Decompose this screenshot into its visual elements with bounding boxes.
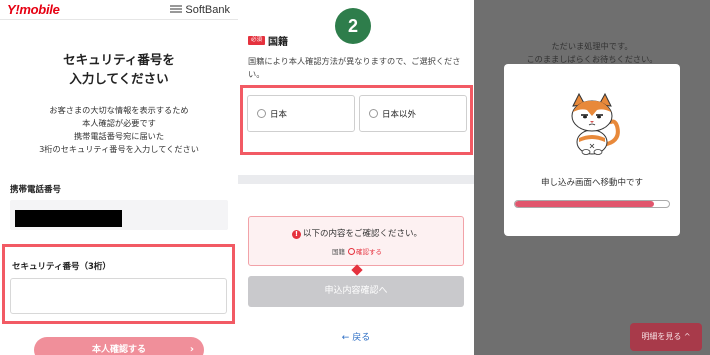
page-title-line1: セキュリティ番号を — [63, 52, 175, 67]
phone-number-field — [10, 200, 228, 230]
alert-title-text: 以下の内容をご確認ください。 — [302, 229, 422, 239]
security-code-label: セキュリティ番号（3桁） — [12, 262, 111, 272]
alert-detail: 国籍 確認する — [249, 246, 465, 256]
radio-circle-icon — [257, 109, 266, 118]
instruction-line: 本人確認が必要です — [82, 118, 156, 128]
instruction-text: お客さまの大切な情報を表示するため 本人確認が必要です 携帯電話番号宛に届いた … — [0, 104, 238, 156]
circle-arrow-icon — [348, 248, 356, 255]
security-code-input[interactable] — [10, 278, 227, 314]
loading-modal: 申し込み画面へ移動中です — [504, 64, 680, 236]
nationality-title: 国籍 — [268, 37, 288, 48]
page-title: セキュリティ番号を 入力してください — [0, 50, 238, 88]
view-details-button[interactable]: 明細を見る ^ — [630, 323, 702, 351]
chevron-right-icon: › — [189, 344, 194, 355]
verify-identity-button[interactable]: 本人確認する › — [34, 337, 204, 355]
ymobile-logo: Y!mobile — [7, 2, 60, 17]
confirmation-card: ! 以下の内容をご確認ください。 国籍 確認する 申込内容確認へ ← 戻る — [238, 184, 474, 355]
alert-icon: ! — [291, 230, 301, 239]
instruction-line: お客さまの大切な情報を表示するため — [49, 105, 189, 115]
softbank-logo-text: SoftBank — [185, 4, 230, 16]
security-code-highlight: セキュリティ番号（3桁） — [2, 244, 235, 324]
alert-pointer — [351, 264, 363, 276]
background-processing-text: ただいま処理中です。 このまましばらくお待ちください。 — [474, 40, 710, 66]
nationality-description: 国籍により本人確認方法が異なりますので、ご選択ください。 — [248, 56, 461, 79]
radio-label: 日本以外 — [382, 110, 417, 120]
step-number-badge: 2 — [335, 8, 371, 44]
progress-bar — [514, 200, 670, 208]
page-title-line2: 入力してください — [69, 71, 169, 86]
alert-title: ! 以下の内容をご確認ください。 — [249, 227, 465, 239]
softbank-bars-icon — [170, 5, 183, 13]
radio-option-other[interactable]: 日本以外 — [359, 95, 467, 132]
processing-screen: ただいま処理中です。 このまましばらくお待ちください。 申し込み画面へ移動中です… — [474, 0, 710, 355]
back-link[interactable]: ← 戻る — [238, 330, 474, 343]
processing-line: ただいま処理中です。 — [551, 41, 633, 51]
alert-field-name: 国籍 — [331, 248, 345, 256]
radio-option-japan[interactable]: 日本 — [247, 95, 355, 132]
proceed-to-review-button[interactable]: 申込内容確認へ — [248, 276, 464, 307]
radio-circle-icon — [369, 109, 378, 118]
verify-identity-label: 本人確認する — [91, 345, 146, 355]
security-code-screen: Y!mobile SoftBank セキュリティ番号を 入力してください お客さ… — [0, 0, 238, 355]
validation-alert: ! 以下の内容をご確認ください。 国籍 確認する — [248, 216, 465, 276]
radio-label: 日本 — [270, 110, 288, 120]
nationality-options-highlight: 日本 日本以外 — [240, 85, 473, 155]
progress-bar-fill — [515, 201, 654, 207]
mascot-cat-icon — [571, 92, 620, 155]
phone-number-label: 携帯電話番号 — [10, 185, 62, 195]
softbank-logo: SoftBank — [170, 4, 230, 16]
header-bar: Y!mobile SoftBank — [0, 0, 238, 20]
loading-message: 申し込み画面へ移動中です — [540, 178, 643, 188]
alert-check-link[interactable]: 確認する — [356, 248, 382, 256]
instruction-line: 携帯電話番号宛に届いた — [73, 131, 165, 141]
required-badge: 必須 — [248, 36, 265, 45]
nationality-screen: 必須 国籍 国籍により本人確認方法が異なりますので、ご選択ください。 日本 日本… — [238, 0, 474, 355]
instruction-line: 3桁のセキュリティ番号を入力してください — [39, 144, 199, 154]
redacted-phone-number — [15, 210, 122, 227]
